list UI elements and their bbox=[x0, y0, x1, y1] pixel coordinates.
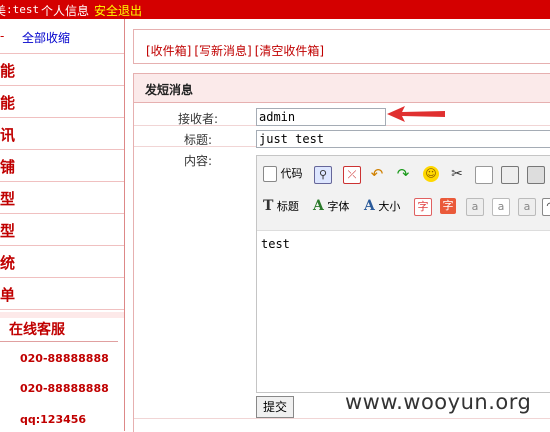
rich-text-editor[interactable]: 代码 ⚲ ⤫ ↶ ↷ ☺ ✂ T 标题 A 字体 A 大小 字 字 a a a … bbox=[256, 155, 550, 393]
submit-button[interactable]: 提交 bbox=[256, 396, 294, 418]
sidebar-item[interactable]: 统 bbox=[0, 246, 124, 278]
sidebar-item-label: 能 bbox=[0, 62, 16, 80]
editor-content[interactable]: test bbox=[261, 237, 290, 251]
sidebar-separator bbox=[0, 312, 124, 318]
heading-button[interactable]: T 标题 bbox=[263, 196, 299, 216]
sidebar: - 全部收缩 能 能 讯 铺 型 型 统 单 在线客服 020-88888888… bbox=[0, 19, 124, 431]
message-tabs: [收件箱] [写新消息] [清空收件箱] bbox=[133, 29, 550, 64]
service-phone: 020-88888888 bbox=[20, 382, 109, 395]
receiver-label: 接收者: bbox=[178, 112, 219, 126]
heading-button-label: 标题 bbox=[276, 200, 299, 213]
undo-icon[interactable]: ↶ bbox=[369, 166, 385, 182]
search-icon[interactable]: ⚲ bbox=[314, 166, 332, 184]
code-icon bbox=[263, 166, 277, 182]
sidebar-item[interactable]: 能 bbox=[0, 54, 124, 86]
italic-a-icon[interactable]: a bbox=[492, 198, 510, 216]
watermark: www.wooyun.org bbox=[345, 390, 532, 414]
collapse-all-link[interactable]: 全部收缩 bbox=[22, 29, 70, 46]
code-button-label: 代码 bbox=[280, 167, 303, 180]
sidebar-item-label: 能 bbox=[0, 94, 16, 112]
sidebar-item-label: 讯 bbox=[0, 126, 16, 144]
text-color-icon[interactable]: 字 bbox=[414, 198, 432, 216]
sidebar-item-label: 统 bbox=[0, 254, 16, 272]
background-color-icon[interactable]: 字 bbox=[440, 198, 456, 214]
sidebar-item[interactable]: 能 bbox=[0, 86, 124, 118]
content-label: 内容: bbox=[184, 154, 213, 168]
sidebar-item-label: 单 bbox=[0, 286, 16, 304]
top-bar: 美 :test 个人信息 安全退出 bbox=[0, 0, 550, 19]
subject-input[interactable]: just test bbox=[256, 130, 550, 148]
sidebar-item[interactable]: 型 bbox=[0, 214, 124, 246]
profile-link[interactable]: 个人信息 bbox=[41, 2, 89, 19]
sidebar-item-label: 铺 bbox=[0, 158, 16, 176]
font-size-label: 大小 bbox=[378, 200, 401, 213]
tab-compose[interactable]: [写新消息] bbox=[194, 44, 251, 58]
main-content: [收件箱] [写新消息] [清空收件箱] 发短消息 接收者: admin 标题: j… bbox=[133, 29, 550, 432]
more-format-icon[interactable]: ↷ bbox=[542, 198, 550, 216]
tab-clear-inbox[interactable]: [清空收件箱] bbox=[255, 44, 324, 58]
underline-a-icon[interactable]: a bbox=[518, 198, 536, 216]
sidebar-collapse-row: - 全部收缩 bbox=[0, 19, 124, 54]
sidebar-item-label: 型 bbox=[0, 222, 16, 240]
code-button[interactable]: 代码 bbox=[263, 164, 303, 184]
panel-title: 发短消息 bbox=[145, 83, 194, 97]
online-service-title: 在线客服 bbox=[9, 322, 65, 338]
font-family-label: 字体 bbox=[327, 200, 350, 213]
emoticon-icon[interactable]: ☺ bbox=[423, 166, 439, 182]
font-family-button[interactable]: A 字体 bbox=[313, 196, 349, 216]
compose-panel: 发短消息 接收者: admin 标题: just test 内容: 代码 ⚲ ⤫… bbox=[133, 73, 550, 432]
fullscreen-icon[interactable]: ⤫ bbox=[343, 166, 361, 184]
redo-icon[interactable]: ↷ bbox=[395, 166, 411, 182]
sidebar-item[interactable]: 讯 bbox=[0, 118, 124, 150]
logout-link[interactable]: 安全退出 bbox=[94, 2, 142, 19]
sidebar-item[interactable]: 铺 bbox=[0, 150, 124, 182]
topbar-username: :test bbox=[6, 3, 40, 16]
font-size-button[interactable]: A 大小 bbox=[364, 196, 400, 216]
sidebar-item[interactable]: 型 bbox=[0, 182, 124, 214]
font-icon: A bbox=[313, 198, 324, 214]
size-icon: A bbox=[364, 198, 375, 214]
paste-text-icon[interactable] bbox=[527, 166, 545, 184]
copy-icon[interactable] bbox=[475, 166, 493, 184]
online-service-divider bbox=[0, 341, 118, 342]
sidebar-border bbox=[124, 19, 125, 431]
receiver-input[interactable]: admin bbox=[256, 108, 386, 126]
panel-header: 发短消息 bbox=[134, 74, 550, 103]
tab-inbox[interactable]: [收件箱] bbox=[146, 44, 191, 58]
heading-icon: T bbox=[263, 198, 274, 214]
paste-icon[interactable] bbox=[501, 166, 519, 184]
cut-icon[interactable]: ✂ bbox=[449, 166, 465, 182]
row-divider bbox=[134, 418, 550, 419]
bold-a-icon[interactable]: a bbox=[466, 198, 484, 216]
editor-toolbar: 代码 ⚲ ⤫ ↶ ↷ ☺ ✂ T 标题 A 字体 A 大小 字 字 a a a bbox=[257, 156, 550, 231]
subject-label: 标题: bbox=[184, 133, 213, 147]
sidebar-item-label: 型 bbox=[0, 190, 16, 208]
annotation-arrow-icon bbox=[387, 106, 445, 122]
sidebar-item[interactable]: 单 bbox=[0, 278, 124, 310]
service-qq: qq:123456 bbox=[20, 413, 87, 426]
service-phone: 020-88888888 bbox=[20, 352, 109, 365]
collapse-marker: - bbox=[0, 29, 5, 43]
